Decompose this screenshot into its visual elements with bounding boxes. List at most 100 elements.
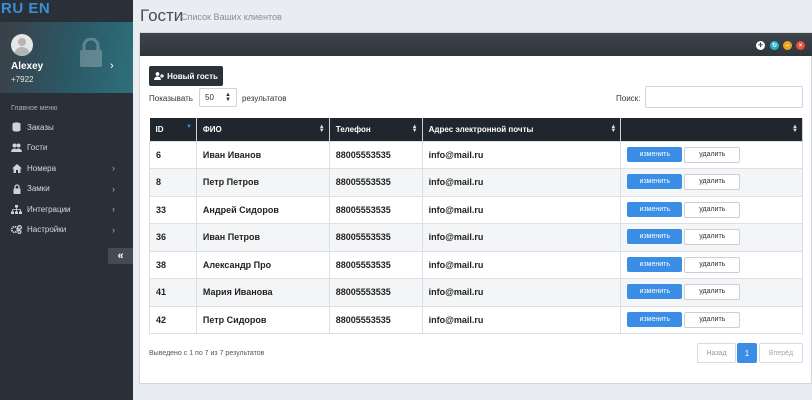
users-icon: [11, 143, 22, 153]
cell-actions: изменить удалить: [620, 250, 803, 279]
cell-name: Иван Петров: [195, 223, 330, 252]
cell-actions: изменить удалить: [620, 305, 803, 334]
cell-id: 42: [149, 305, 197, 334]
cell-email: info@mail.ru: [421, 250, 622, 279]
page-size-value: 50: [205, 93, 214, 102]
guests-table: ID ▼ ФИО ▲ ▼ Телефон ▲ ▼ Адрес электронной по…: [149, 118, 803, 334]
table-row: 38 Александр Про 88005553535 info@mail.ru из…: [149, 250, 803, 279]
menu-title: Главное меню: [11, 105, 58, 112]
delete-button[interactable]: удалить: [684, 284, 741, 301]
cell-name: Петр Петров: [195, 168, 330, 197]
column-header-phone[interactable]: Телефон ▲ ▼: [329, 118, 423, 141]
results-label: результатов: [242, 94, 287, 103]
cell-actions: изменить удалить: [620, 223, 803, 252]
table-row: 36 Иван Петров 88005553535 info@mail.ru изме…: [149, 223, 803, 252]
cell-name: Андрей Сидоров: [195, 195, 330, 224]
pagination-prev[interactable]: Назад: [697, 343, 736, 363]
sidebar-item-integrations[interactable]: Интеграции ›: [0, 199, 133, 220]
column-header-id[interactable]: ID ▼: [149, 118, 197, 141]
column-header-name[interactable]: ФИО ▲ ▼: [196, 118, 330, 141]
sidebar-item-label: Заказы: [27, 122, 54, 132]
cell-email: info@mail.ru: [421, 140, 622, 169]
cell-phone: 88005553535: [328, 250, 423, 279]
pagination-page-1[interactable]: 1: [737, 343, 757, 363]
move-icon[interactable]: ✛: [756, 41, 765, 50]
edit-button[interactable]: изменить: [627, 174, 683, 190]
chevron-right-icon: ›: [112, 204, 115, 214]
column-header-actions[interactable]: ▲ ▼: [620, 118, 803, 141]
sidebar-item-guests[interactable]: Гости: [0, 138, 133, 159]
cell-actions: изменить удалить: [620, 140, 803, 169]
cell-id: 8: [149, 168, 197, 197]
panel-header: ✛ ↻ – ×: [140, 33, 812, 56]
sort-icon: ▲ ▼: [411, 124, 418, 134]
chevron-right-icon: ›: [112, 183, 115, 194]
sidebar: RU EN Alexey +7922 › Главное меню Заказы…: [0, 0, 133, 400]
sidebar-item-label: Интеграции: [27, 204, 71, 214]
edit-button[interactable]: изменить: [627, 256, 683, 272]
cell-name: Александр Про: [195, 250, 330, 279]
cell-email: info@mail.ru: [421, 305, 622, 334]
edit-button[interactable]: изменить: [627, 146, 683, 162]
edit-button[interactable]: изменить: [627, 229, 683, 245]
edit-button[interactable]: изменить: [627, 284, 683, 300]
refresh-icon[interactable]: ↻: [770, 41, 779, 50]
cell-name: Мария Иванова: [195, 278, 330, 307]
delete-button[interactable]: удалить: [684, 146, 741, 163]
cell-phone: 88005553535: [328, 278, 423, 307]
close-icon[interactable]: ×: [796, 41, 805, 50]
search-label: Поиск:: [616, 94, 641, 103]
user-phone: +7922: [11, 75, 34, 84]
cell-phone: 88005553535: [328, 168, 423, 197]
lock-icon: [11, 184, 22, 194]
cell-phone: 88005553535: [328, 140, 423, 169]
chevron-right-icon: ›: [112, 224, 115, 235]
sort-arrows-icon: ▲ ▼: [225, 92, 231, 103]
sitemap-icon: [11, 204, 22, 214]
minimize-icon[interactable]: –: [783, 41, 792, 50]
page-title: Гости: [140, 6, 184, 25]
sidebar-item-rooms[interactable]: Номера ›: [0, 158, 133, 179]
page-size-select[interactable]: 50 ▲ ▼: [199, 88, 237, 107]
cell-actions: изменить удалить: [620, 195, 803, 224]
sort-icon: ▲ ▼: [318, 124, 325, 134]
cell-email: info@mail.ru: [421, 168, 622, 197]
delete-button[interactable]: удалить: [684, 311, 741, 328]
chevron-right-icon: ›: [110, 60, 114, 72]
pagination-next[interactable]: Вперёд: [759, 343, 803, 363]
table-info: Выведено с 1 по 7 из 7 результатов: [149, 350, 265, 357]
edit-button[interactable]: изменить: [627, 201, 683, 217]
sidebar-item-locks[interactable]: Замки ›: [0, 179, 133, 200]
edit-button[interactable]: изменить: [627, 311, 683, 327]
table-row: 33 Андрей Сидоров 88005553535 info@mail.ru и…: [149, 195, 803, 224]
sidebar-item-label: Номера: [27, 163, 57, 173]
user-plus-icon: [154, 72, 165, 80]
delete-button[interactable]: удалить: [684, 174, 741, 191]
search-input[interactable]: [645, 86, 803, 108]
home-icon: [11, 163, 22, 173]
cell-name: Петр Сидоров: [195, 305, 330, 334]
delete-button[interactable]: удалить: [684, 229, 741, 246]
cell-id: 33: [149, 195, 197, 224]
delete-button[interactable]: удалить: [684, 201, 741, 218]
language-switcher[interactable]: RU EN: [1, 0, 50, 20]
cell-email: info@mail.ru: [421, 278, 622, 307]
column-header-email[interactable]: Адрес электронной почты ▲ ▼: [422, 118, 622, 141]
delete-button[interactable]: удалить: [684, 256, 741, 273]
new-guest-label: Новый гость: [167, 71, 218, 81]
sidebar-collapse-button[interactable]: «: [108, 248, 133, 264]
avatar: [11, 34, 33, 56]
user-profile[interactable]: Alexey +7922 ›: [0, 22, 133, 93]
sort-desc-icon: ▼: [185, 124, 192, 130]
sidebar-item-orders[interactable]: Заказы: [0, 117, 133, 138]
cell-phone: 88005553535: [328, 195, 423, 224]
table-row: 42 Петр Сидоров 88005553535 info@mail.ru изм…: [149, 305, 803, 334]
cell-email: info@mail.ru: [421, 195, 622, 224]
table-row: 6 Иван Иванов 88005553535 info@mail.ru измен…: [149, 140, 803, 169]
new-guest-button[interactable]: Новый гость: [149, 66, 223, 86]
sidebar-item-label: Замки: [27, 184, 50, 194]
cell-id: 6: [149, 140, 197, 169]
cell-email: info@mail.ru: [421, 223, 622, 252]
sidebar-item-settings[interactable]: Настройки ›: [0, 220, 133, 241]
sidebar-item-label: Гости: [27, 143, 48, 153]
